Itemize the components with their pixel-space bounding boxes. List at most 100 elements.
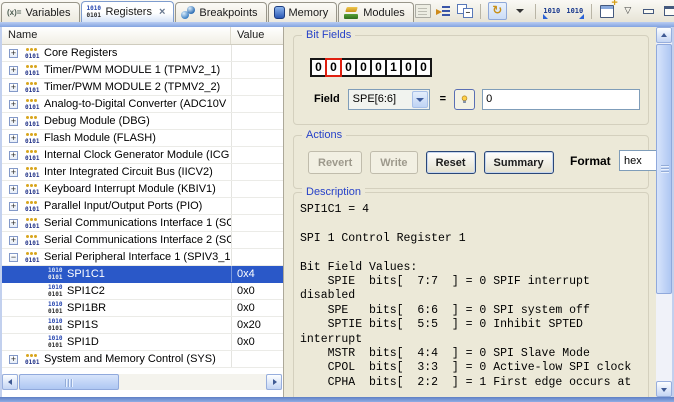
tree-row-parallel-input-output-ports-pio[interactable]: + Parallel Input/Output Ports (PIO) [2, 198, 283, 215]
expand-icon[interactable]: + [9, 218, 18, 228]
tree-row-spi1c1[interactable]: SPI1C1 0x4 [2, 266, 283, 283]
binary-pane-right-icon[interactable]: 1010 [566, 2, 584, 20]
register-icon [48, 302, 63, 315]
minimize-icon [643, 8, 655, 14]
tree-horizontal-scrollbar[interactable] [2, 374, 282, 390]
maximize-icon[interactable] [662, 2, 674, 20]
minimize-icon[interactable] [641, 2, 657, 20]
collapse-all-icon [456, 4, 473, 18]
bit-cell-1[interactable]: 0 [325, 58, 342, 77]
column-header-name[interactable]: Name [2, 27, 231, 44]
tab-memory[interactable]: Memory [267, 2, 338, 22]
scroll-down-button[interactable] [656, 381, 672, 397]
register-value [231, 147, 283, 163]
register-name: SPI1C1 [67, 268, 105, 280]
reset-button[interactable]: Reset [425, 151, 476, 174]
chevron-down-icon[interactable] [411, 90, 428, 108]
name-cell: + Timer/PWM MODULE 1 (TPMV2_1) [2, 62, 231, 78]
tab-variables[interactable]: (x)= Variables [1, 2, 80, 22]
tree-row-serial-communications-interface-1-sc[interactable]: + Serial Communications Interface 1 (SC [2, 215, 283, 232]
register-group-icon [24, 64, 40, 77]
tree-row-spi1d[interactable]: SPI1D 0x0 [2, 334, 283, 351]
breakpoints-icon [181, 6, 196, 19]
format-dropdown[interactable]: hex [619, 150, 659, 171]
summary-button[interactable]: Summary [483, 151, 554, 174]
name-cell: + Core Registers [2, 45, 231, 61]
tree-row-analog-to-digital-converter-adc10v[interactable]: + Analog-to-Digital Converter (ADC10V [2, 96, 283, 113]
name-cell: + Serial Communications Interface 2 (SC [2, 232, 231, 248]
column-header-value[interactable]: Value [231, 27, 283, 44]
tree-row-system-and-memory-control-sys[interactable]: + System and Memory Control (SYS) [2, 351, 283, 368]
binary-pane-left-icon[interactable]: 1010 [542, 2, 561, 20]
expand-icon[interactable]: + [9, 235, 18, 245]
expand-icon[interactable]: + [9, 201, 18, 211]
register-value: 0x4 [231, 266, 283, 282]
collapse-all-icon[interactable] [456, 2, 473, 20]
name-cell: + Debug Module (DBG) [2, 113, 231, 129]
name-cell: + Timer/PWM MODULE 2 (TPMV2_2) [2, 79, 231, 95]
field-dropdown[interactable]: SPE[6:6] [347, 88, 430, 110]
expand-icon[interactable]: + [9, 150, 18, 160]
field-value-input[interactable] [482, 88, 641, 110]
tree-row-serial-peripheral-interface-1-spiv3-1[interactable]: − Serial Peripheral Interface 1 (SPIV3_1 [2, 249, 283, 266]
expand-icon[interactable]: + [9, 184, 18, 194]
tree-row-flash-module-flash[interactable]: + Flash Module (FLASH) [2, 130, 283, 147]
collapse-icon[interactable]: − [9, 252, 18, 262]
scroll-up-button[interactable] [656, 27, 672, 43]
tree-row-internal-clock-generator-module-icg[interactable]: + Internal Clock Generator Module (ICG [2, 147, 283, 164]
register-value [231, 351, 283, 367]
tree-row-keyboard-interrupt-module-kbiv1[interactable]: + Keyboard Interrupt Module (KBIV1) [2, 181, 283, 198]
expand-icon[interactable]: + [9, 354, 18, 364]
view-menu-icon[interactable]: ▽ [620, 2, 636, 20]
register-value [231, 198, 283, 214]
view-content: Name Value + Core Registers + Timer/PWM MOD… [0, 27, 674, 397]
name-cell: − Serial Peripheral Interface 1 (SPIV3_1 [2, 249, 231, 265]
close-tab-icon[interactable]: × [159, 7, 165, 18]
vertical-scroll-thumb[interactable] [656, 44, 672, 294]
tab-modules[interactable]: Modules [338, 2, 414, 22]
register-group-icon [24, 149, 40, 162]
name-cell: + Inter Integrated Circuit Bus (IICV2) [2, 164, 231, 180]
tree-row-serial-communications-interface-2-sc[interactable]: + Serial Communications Interface 2 (SC [2, 232, 283, 249]
equals-sign: = [439, 93, 447, 105]
import-registers-icon[interactable] [435, 2, 452, 20]
expand-icon[interactable]: + [9, 167, 18, 177]
register-details-panel: Bit Fields 00000100 Field SPE[6:6] = 0 A… [285, 27, 674, 397]
register-group-icon [24, 132, 40, 145]
open-new-view-icon [599, 0, 618, 18]
register-value: 0x0 [231, 300, 283, 316]
details-vertical-scrollbar[interactable] [656, 27, 672, 397]
expand-icon[interactable]: + [9, 65, 18, 75]
name-cell: + Analog-to-Digital Converter (ADC10V [2, 96, 231, 112]
register-name: Analog-to-Digital Converter (ADC10V [44, 98, 227, 110]
expand-icon[interactable]: + [9, 116, 18, 126]
register-value [231, 113, 283, 129]
tree-row-inter-integrated-circuit-bus-iicv2[interactable]: + Inter Integrated Circuit Bus (IICV2) [2, 164, 283, 181]
scroll-left-button[interactable] [2, 374, 18, 390]
refresh-menu-arrow-icon[interactable] [512, 2, 528, 20]
open-new-view-icon[interactable] [599, 0, 618, 20]
tree-row-spi1br[interactable]: SPI1BR 0x0 [2, 300, 283, 317]
horizontal-scroll-thumb[interactable] [19, 374, 119, 390]
bit-cell-7[interactable]: 0 [415, 58, 432, 77]
register-value [231, 96, 283, 112]
register-icon [48, 336, 63, 349]
hint-lightbulb-button[interactable] [454, 88, 476, 110]
expand-icon[interactable]: + [9, 82, 18, 92]
expand-icon[interactable]: + [9, 48, 18, 58]
scroll-right-button[interactable] [266, 374, 282, 390]
view-tab-bar: (x)=Variables Registers × Breakpoints Memory… [0, 0, 674, 22]
tree-row-timer-pwm-module-2-tpmv2-2[interactable]: + Timer/PWM MODULE 2 (TPMV2_2) [2, 79, 283, 96]
refresh-icon[interactable]: ↻ [487, 2, 507, 20]
expand-icon[interactable]: + [9, 99, 18, 109]
tree-row-debug-module-dbg[interactable]: + Debug Module (DBG) [2, 113, 283, 130]
tree-row-spi1s[interactable]: SPI1S 0x20 [2, 317, 283, 334]
tree-row-core-registers[interactable]: + Core Registers [2, 45, 283, 62]
expand-icon[interactable]: + [9, 133, 18, 143]
register-name: Timer/PWM MODULE 2 (TPMV2_2) [44, 81, 221, 93]
tree-row-timer-pwm-module-1-tpmv2-1[interactable]: + Timer/PWM MODULE 1 (TPMV2_1) [2, 62, 283, 79]
tree-row-spi1c2[interactable]: SPI1C2 0x0 [2, 283, 283, 300]
tab-registers[interactable]: Registers × [80, 1, 175, 22]
tab-breakpoints[interactable]: Breakpoints [175, 2, 267, 22]
toolbar-separator [534, 3, 536, 19]
